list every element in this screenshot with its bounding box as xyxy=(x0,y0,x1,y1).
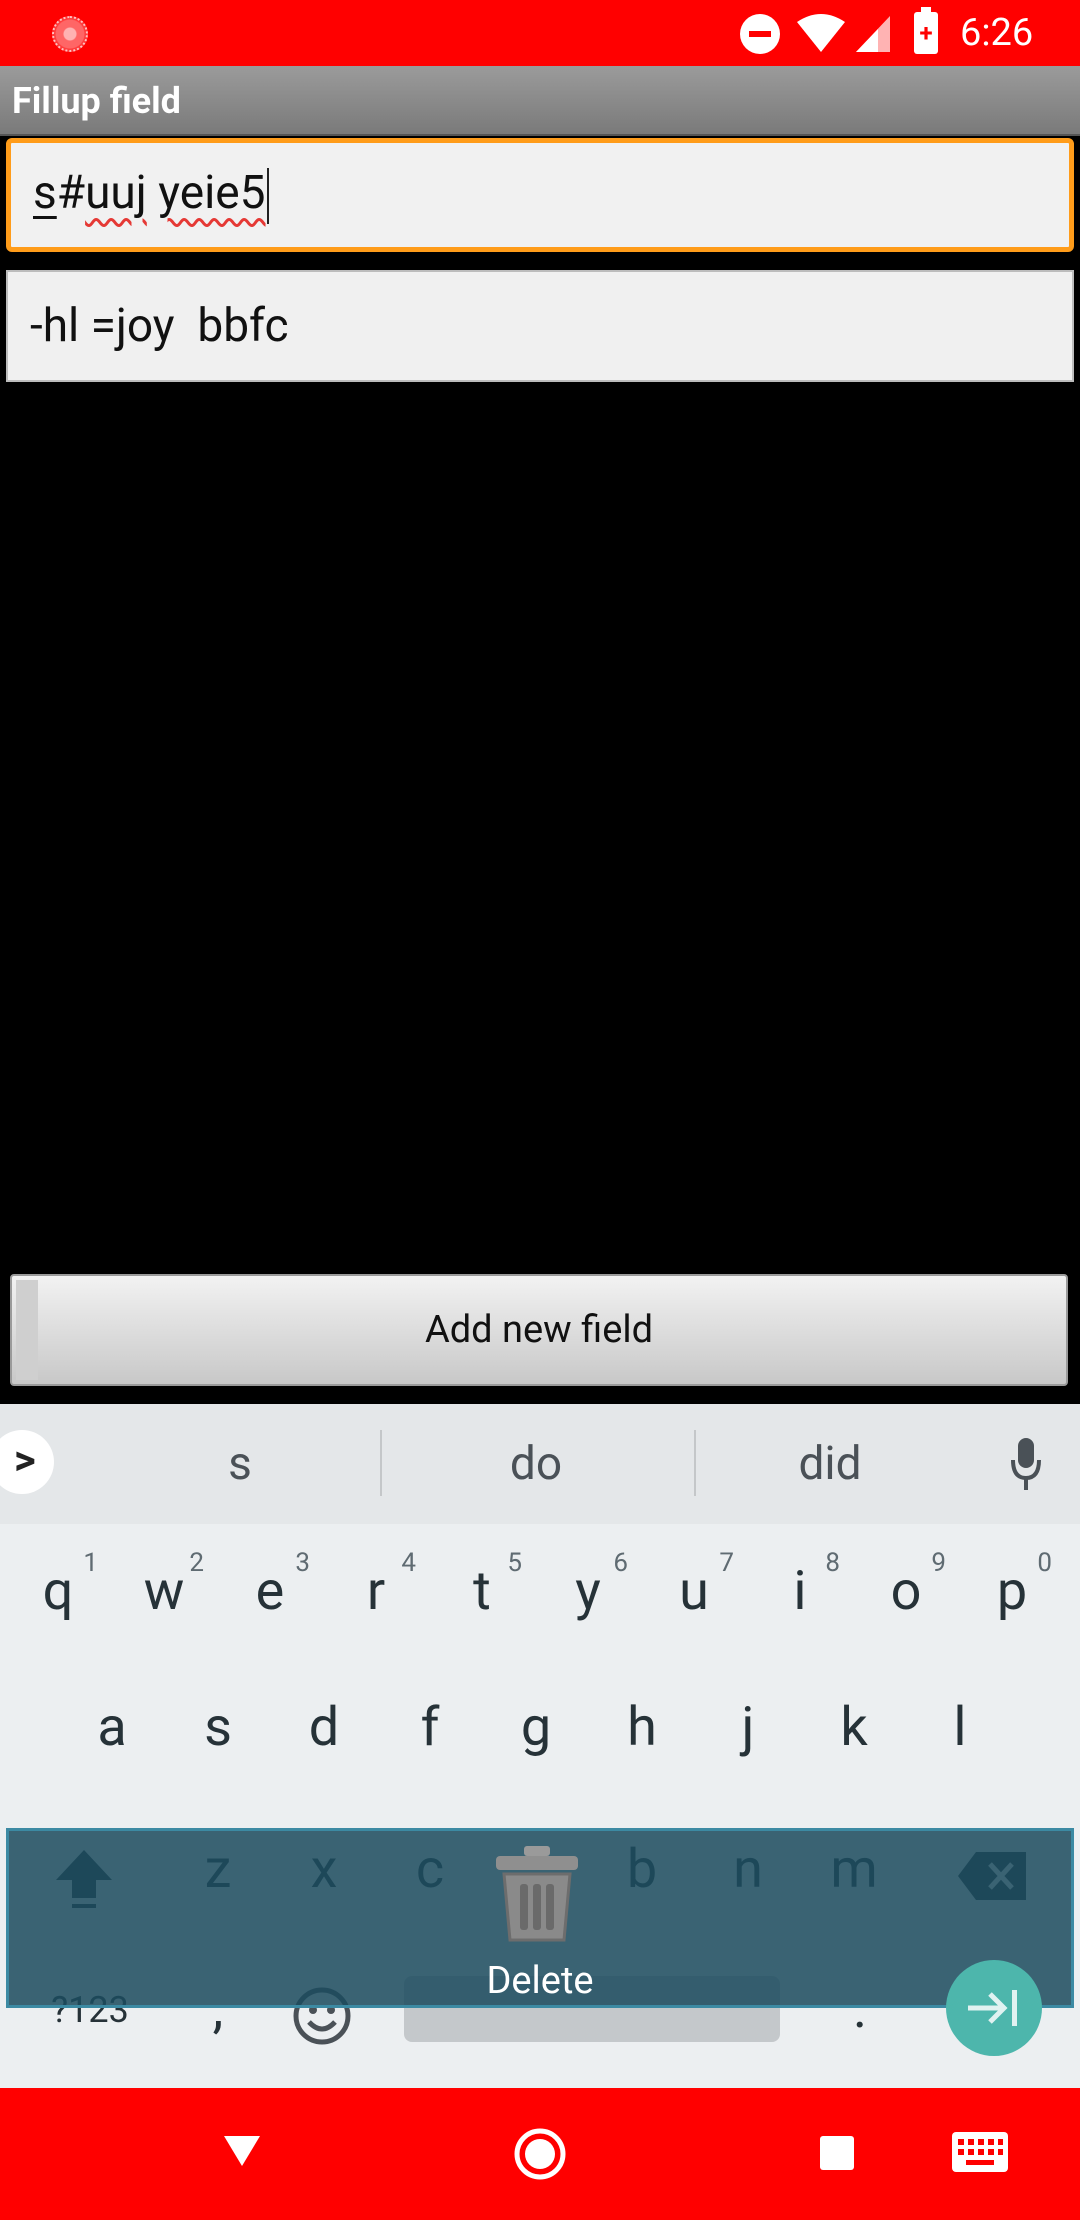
trash-icon xyxy=(496,1846,578,1942)
recording-icon xyxy=(52,16,88,52)
add-new-field-button[interactable]: Add new field xyxy=(10,1274,1068,1386)
suggestion-divider xyxy=(380,1430,382,1496)
key-e[interactable]: e3 xyxy=(220,1532,320,1652)
key-i[interactable]: i8 xyxy=(750,1532,850,1652)
wifi-icon xyxy=(797,14,845,52)
text-cursor xyxy=(266,167,269,224)
status-time: 6:26 xyxy=(960,11,1034,55)
back-icon[interactable] xyxy=(222,2134,262,2168)
delete-label: Delete xyxy=(486,1959,594,2003)
battery-charging-icon: + xyxy=(914,7,938,54)
home-icon[interactable] xyxy=(514,2128,566,2180)
title-bar: Fillup field xyxy=(0,66,1080,136)
key-h[interactable]: h xyxy=(592,1668,692,1788)
do-not-disturb-icon xyxy=(740,14,780,54)
text-field-2[interactable]: -hl =joy bbfc xyxy=(6,270,1074,382)
suggestion-1[interactable]: s xyxy=(140,1434,340,1494)
next-action-button[interactable] xyxy=(946,1960,1042,2056)
recents-icon[interactable] xyxy=(820,2136,854,2170)
key-d[interactable]: d xyxy=(274,1668,374,1788)
key-f[interactable]: f xyxy=(380,1668,480,1788)
key-s[interactable]: s xyxy=(168,1668,268,1788)
key-a[interactable]: a xyxy=(62,1668,162,1788)
key-l[interactable]: l xyxy=(910,1668,1010,1788)
keyboard-row-1: q1 w2 e3 r4 t5 y6 u7 i8 o9 p0 xyxy=(0,1532,1080,1662)
microphone-icon[interactable] xyxy=(1010,1436,1042,1492)
key-t[interactable]: t5 xyxy=(432,1532,532,1652)
suggestion-3[interactable]: did xyxy=(730,1434,930,1494)
key-w[interactable]: w2 xyxy=(114,1532,214,1652)
key-k[interactable]: k xyxy=(804,1668,904,1788)
key-r[interactable]: r4 xyxy=(326,1532,426,1652)
keyboard-row-2: a s d f g h j k l xyxy=(0,1668,1080,1798)
chevron-right-icon: > xyxy=(14,1436,36,1485)
text-field-1[interactable]: s#uuj yeie5 xyxy=(6,138,1074,252)
cell-signal-icon xyxy=(856,16,890,52)
key-j[interactable]: j xyxy=(698,1668,798,1788)
suggestion-strip: > s do did xyxy=(0,1404,1080,1524)
status-bar: + 6:26 xyxy=(0,0,1080,66)
text-field-1-value: s#uuj yeie5 xyxy=(33,161,269,225)
next-field-icon xyxy=(968,1990,1017,2026)
suggestion-2[interactable]: do xyxy=(436,1434,636,1494)
page-title: Fillup field xyxy=(12,80,181,122)
key-q[interactable]: q1 xyxy=(8,1532,108,1652)
navigation-bar xyxy=(0,2088,1080,2220)
key-y[interactable]: y6 xyxy=(538,1532,638,1652)
screen: { "status_bar": { "time": "6:26", "icons… xyxy=(0,0,1080,2220)
key-u[interactable]: u7 xyxy=(644,1532,744,1652)
key-o[interactable]: o9 xyxy=(856,1532,956,1652)
key-p[interactable]: p0 xyxy=(962,1532,1062,1652)
suggestion-divider xyxy=(694,1430,696,1496)
expand-toolbar-button[interactable]: > xyxy=(0,1430,54,1494)
text-field-2-value: -hl =joy bbfc xyxy=(30,299,289,353)
key-g[interactable]: g xyxy=(486,1668,586,1788)
keyboard-switch-icon[interactable] xyxy=(952,2132,1008,2172)
